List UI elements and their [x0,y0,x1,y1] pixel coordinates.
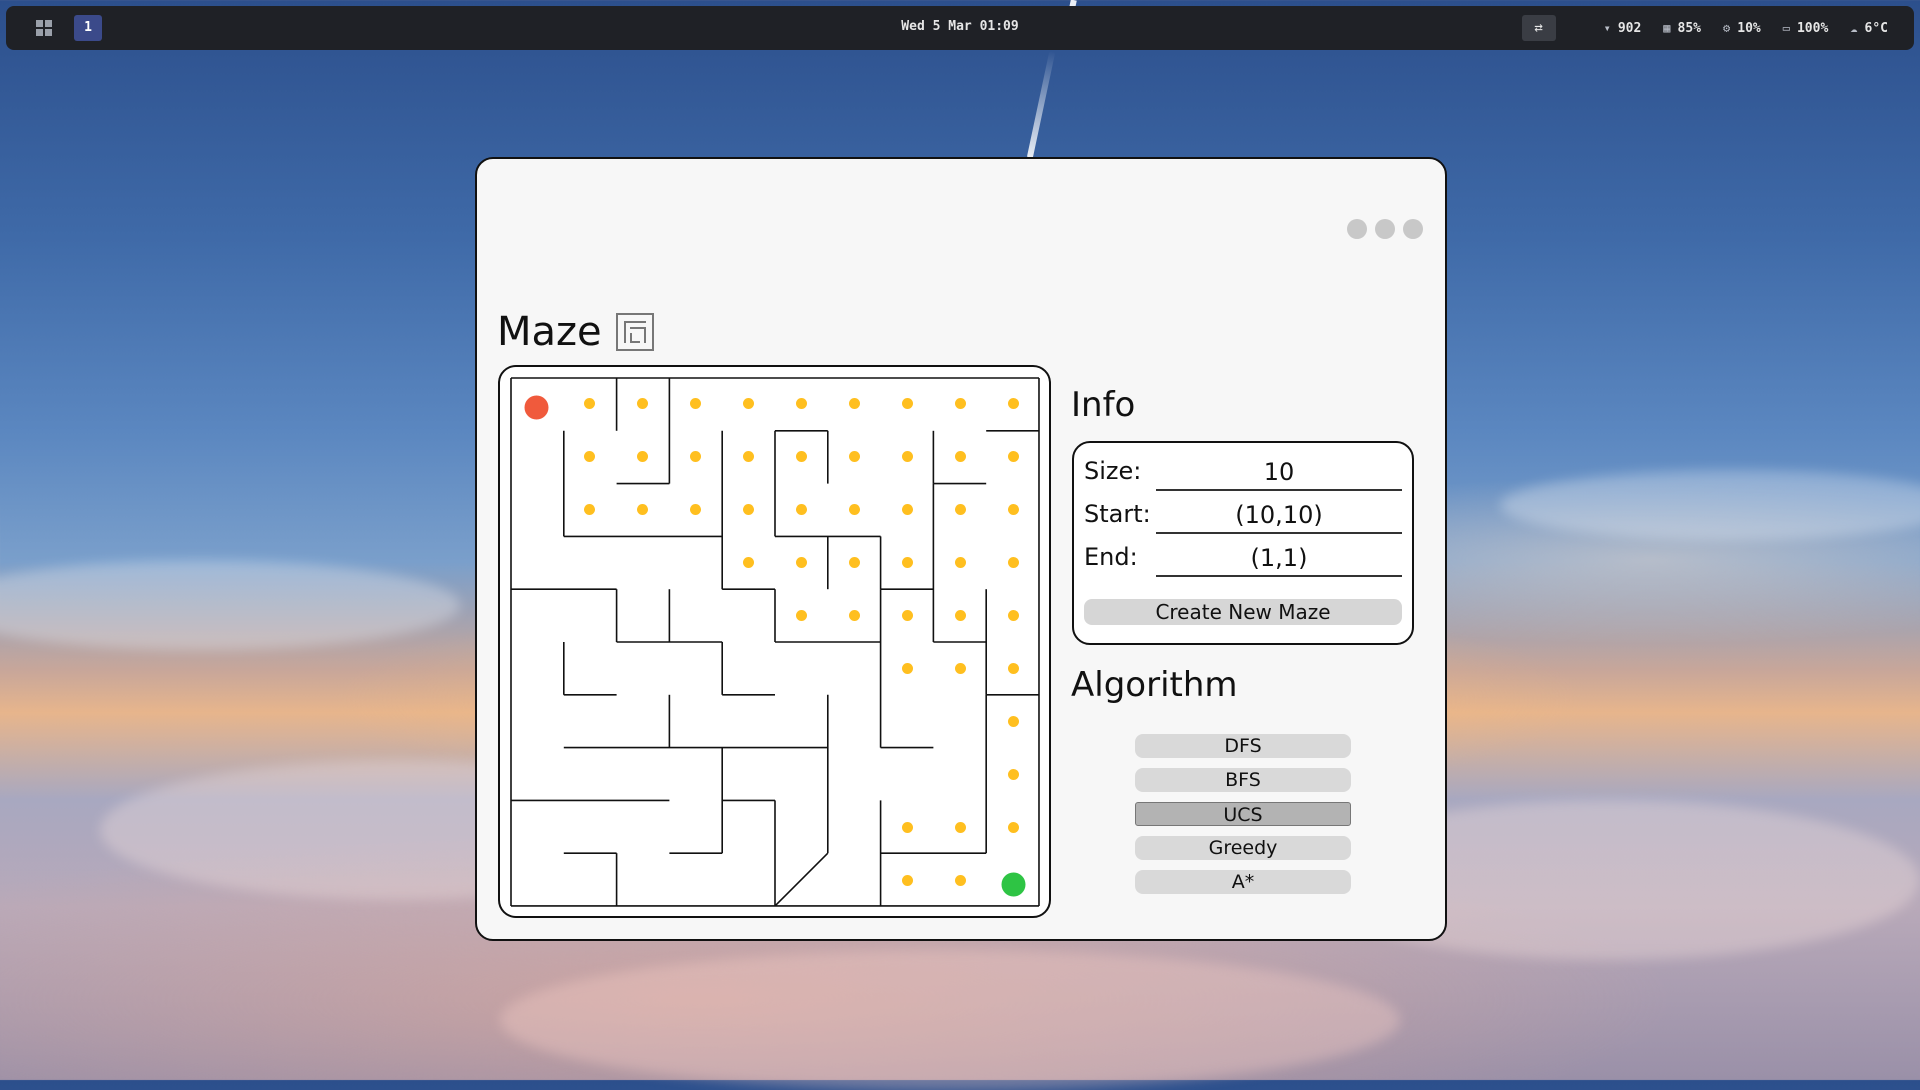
memory-icon: ▦ [1663,21,1671,35]
taskbar: 1 Wed 5 Mar 01:09 ⇄ ▾ 902 ▦ 85% ⚙ 10% ▭ 100%… [6,6,1914,50]
path-dot [849,557,860,568]
info-panel: Size: 10 Start: (10,10) End: (1,1) Creat… [1072,441,1414,645]
path-dot [1008,557,1019,568]
path-dot [1008,398,1019,409]
path-dot [849,398,860,409]
algorithm-heading: Algorithm [1071,665,1238,705]
path-dot [849,451,860,462]
path-dot [743,504,754,515]
maze-grid[interactable] [510,377,1040,907]
cpu-stat: ⚙ 10% [1723,20,1761,36]
path-dot [955,610,966,621]
battery-stat: ▭ 100% [1782,20,1829,36]
end-marker [1001,872,1026,897]
app-title-text: Maze [497,309,602,355]
end-row: End: (1,1) [1084,537,1404,577]
path-dot [796,451,807,462]
path-dot [902,557,913,568]
path-dot [743,557,754,568]
algorithm-button-ucs[interactable]: UCS [1135,802,1351,826]
path-dot [902,610,913,621]
start-marker [524,395,549,420]
algorithm-button-dfs[interactable]: DFS [1135,734,1351,758]
algorithm-button-astar[interactable]: A* [1135,870,1351,894]
start-row: Start: (10,10) [1084,494,1404,534]
light-streak [1026,50,1056,160]
size-label: Size: [1084,457,1142,485]
maze-panel [498,365,1051,918]
path-dot [902,822,913,833]
status-tray: ⇄ ▾ 902 ▦ 85% ⚙ 10% ▭ 100% ☁ 6°C [1521,6,1888,50]
size-field[interactable]: 10 [1156,451,1402,491]
window-controls [1347,219,1423,239]
path-dot [902,663,913,674]
path-dot [796,504,807,515]
path-dot [849,504,860,515]
start-field[interactable]: (10,10) [1156,494,1402,534]
network-stat: ▾ 902 [1603,20,1642,36]
memory-stat: ▦ 85% [1663,20,1702,36]
maze-app-window: Maze Info Size: 10 Start: (10,10) End: (… [475,157,1447,941]
path-dot [743,398,754,409]
algorithm-button-bfs[interactable]: BFS [1135,768,1351,792]
end-field[interactable]: (1,1) [1156,537,1402,577]
path-dot [902,875,913,886]
info-heading: Info [1071,385,1136,425]
cloud [0,560,460,650]
window-button-maximize[interactable] [1375,219,1395,239]
wifi-icon: ▾ [1603,21,1611,35]
battery-icon: ▭ [1782,21,1790,35]
algorithm-list: DFS BFS UCS Greedy A* [1135,734,1351,904]
path-dot [1008,716,1019,727]
maze-icon [615,313,654,351]
path-dot [796,398,807,409]
path-dot [584,451,595,462]
path-dot [902,504,913,515]
path-dot [955,875,966,886]
path-dot [955,398,966,409]
path-dot [955,557,966,568]
path-dot [584,398,595,409]
window-button-close[interactable] [1403,219,1423,239]
path-dot [1008,451,1019,462]
path-dot [849,610,860,621]
maze-wall [774,852,829,907]
path-dot [902,451,913,462]
path-dot [796,557,807,568]
path-dot [690,504,701,515]
window-button-minimize[interactable] [1347,219,1367,239]
path-dot [690,398,701,409]
weather-icon: ☁ [1850,21,1858,35]
path-dot [1008,822,1019,833]
path-dot [955,504,966,515]
end-label: End: [1084,543,1138,571]
algorithm-button-greedy[interactable]: Greedy [1135,836,1351,860]
path-dot [690,451,701,462]
size-row: Size: 10 [1084,451,1404,491]
path-dot [955,663,966,674]
create-new-maze-button[interactable]: Create New Maze [1084,599,1402,625]
path-dot [955,822,966,833]
cloud [500,950,1400,1090]
path-dot [902,398,913,409]
path-dot [1008,504,1019,515]
swap-icon[interactable]: ⇄ [1521,15,1556,41]
path-dot [796,610,807,621]
path-dot [584,504,595,515]
weather-stat: ☁ 6°C [1850,20,1888,36]
path-dot [1008,610,1019,621]
path-dot [955,451,966,462]
path-dot [637,451,648,462]
path-dot [637,398,648,409]
path-dot [743,451,754,462]
path-dot [1008,663,1019,674]
cpu-icon: ⚙ [1723,21,1731,35]
start-label: Start: [1084,500,1151,528]
app-title: Maze [497,309,654,355]
cloud [1500,470,1920,540]
path-dot [1008,769,1019,780]
path-dot [637,504,648,515]
